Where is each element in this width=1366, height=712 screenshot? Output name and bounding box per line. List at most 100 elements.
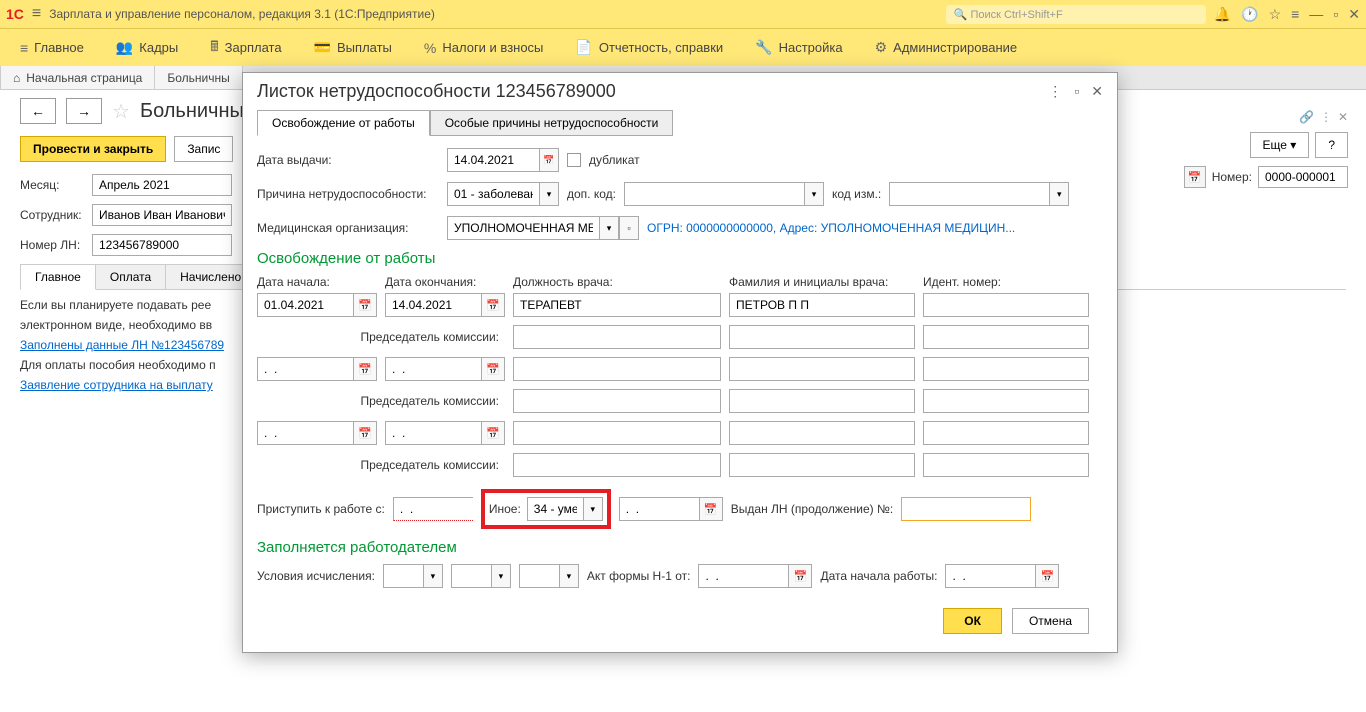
row2-chair-name[interactable]	[729, 389, 915, 413]
nomer-ln-input[interactable]	[92, 234, 232, 256]
modal-tab-special[interactable]: Особые причины нетрудоспособности	[430, 110, 674, 136]
menu-nastroyka[interactable]: 🔧Настройка	[755, 39, 842, 56]
close-icon[interactable]: ✕	[1348, 6, 1360, 23]
forward-button[interactable]: →	[66, 98, 102, 124]
menu-nalogi[interactable]: %Налоги и взносы	[424, 40, 544, 56]
minimize-icon[interactable]: —	[1309, 6, 1323, 23]
row1-position[interactable]	[513, 293, 721, 317]
row2-position[interactable]	[513, 357, 721, 381]
history-icon[interactable]: 🕐	[1241, 6, 1258, 23]
row2-ident[interactable]	[923, 357, 1089, 381]
akt-date[interactable]	[698, 564, 788, 588]
calendar-icon[interactable]: 📅	[353, 293, 377, 317]
favorite-icon[interactable]: ☆	[112, 99, 130, 124]
row2-chair-id[interactable]	[923, 389, 1089, 413]
calendar-icon[interactable]: 📅	[788, 564, 812, 588]
row3-chair-pos[interactable]	[513, 453, 721, 477]
ogrn-text[interactable]: ОГРН: 0000000000000, Адрес: УПОЛНОМОЧЕНН…	[647, 221, 1015, 235]
row1-chair-pos[interactable]	[513, 325, 721, 349]
calendar-icon[interactable]: 📅	[481, 293, 505, 317]
calendar-icon[interactable]: 📅	[699, 497, 723, 521]
mesyats-input[interactable]	[92, 174, 232, 196]
bell-icon[interactable]: 🔔	[1214, 6, 1231, 23]
link-icon[interactable]: 🔗	[1299, 110, 1314, 124]
row2-doctor[interactable]	[729, 357, 915, 381]
nomer-input[interactable]	[1258, 166, 1348, 188]
row3-chair-name[interactable]	[729, 453, 915, 477]
sotrudnik-input[interactable]	[92, 204, 232, 226]
modal-tab-release[interactable]: Освобождение от работы	[257, 110, 430, 136]
row1-date-start[interactable]	[257, 293, 353, 317]
dublikat-checkbox[interactable]	[567, 153, 581, 167]
row3-doctor[interactable]	[729, 421, 915, 445]
menu-admin[interactable]: ⚙Администрирование	[875, 39, 1018, 56]
calendar-icon[interactable]: 📅	[481, 357, 505, 381]
dropdown-icon[interactable]: ▾	[423, 564, 443, 588]
row2-date-start[interactable]	[257, 357, 353, 381]
vydan-input[interactable]	[901, 497, 1031, 521]
row2-chair-pos[interactable]	[513, 389, 721, 413]
modal-more-icon[interactable]: ⋮	[1048, 83, 1062, 100]
row1-date-end[interactable]	[385, 293, 481, 317]
kod-izm-dropdown-icon[interactable]: ▾	[1049, 182, 1069, 206]
row1-ident[interactable]	[923, 293, 1089, 317]
data-nachala-raboty-input[interactable]	[945, 564, 1035, 588]
ok-button[interactable]: ОК	[943, 608, 1002, 634]
cancel-button[interactable]: Отмена	[1012, 608, 1089, 634]
med-org-open-icon[interactable]: ▫	[619, 216, 639, 240]
zapis-button[interactable]: Запис	[174, 136, 233, 162]
star-icon[interactable]: ☆	[1269, 6, 1282, 23]
dropdown-icon[interactable]: ▾	[559, 564, 579, 588]
pristupit-date[interactable]	[393, 497, 473, 521]
calendar-icon[interactable]: 📅	[353, 357, 377, 381]
data-vydachi-input[interactable]	[447, 148, 539, 172]
kod-izm-input[interactable]	[889, 182, 1049, 206]
med-org-input[interactable]	[447, 216, 599, 240]
sub-tab-glavnoe[interactable]: Главное	[20, 264, 96, 290]
back-button[interactable]: ←	[20, 98, 56, 124]
prichina-input[interactable]	[447, 182, 539, 206]
calendar-icon[interactable]: 📅	[353, 421, 377, 445]
calendar-icon[interactable]: 📅	[481, 421, 505, 445]
menu-main[interactable]: ≡Главное	[20, 40, 84, 56]
calendar-icon[interactable]: 📅	[1035, 564, 1059, 588]
sub-tab-oplata[interactable]: Оплата	[95, 264, 166, 289]
row1-chair-name[interactable]	[729, 325, 915, 349]
menu-otchet[interactable]: 📄Отчетность, справки	[575, 39, 723, 56]
row1-chair-id[interactable]	[923, 325, 1089, 349]
menu-kadry[interactable]: 👥Кадры	[116, 39, 178, 56]
filter-icon[interactable]: ≡	[1291, 6, 1299, 23]
modal-maximize-icon[interactable]: ▫	[1074, 83, 1079, 100]
inoe-input[interactable]	[527, 497, 583, 521]
date-picker-icon[interactable]: 📅	[1184, 166, 1206, 188]
dop-kod-input[interactable]	[624, 182, 804, 206]
med-org-dropdown-icon[interactable]: ▾	[599, 216, 619, 240]
esche-button[interactable]: Еще ▾	[1250, 132, 1310, 158]
calendar-icon[interactable]: 📅	[539, 148, 559, 172]
tab-bolnichny[interactable]: Больничны	[155, 66, 242, 89]
menu-icon[interactable]: ≡	[32, 5, 41, 23]
tab-start[interactable]: ⌂Начальная страница	[0, 66, 155, 89]
modal-close-icon[interactable]: ✕	[1091, 83, 1103, 100]
dop-kod-dropdown-icon[interactable]: ▾	[804, 182, 824, 206]
menu-vyplaty[interactable]: 💳Выплаты	[314, 39, 392, 56]
close-page-icon[interactable]: ✕	[1338, 110, 1348, 124]
dropdown-icon[interactable]: ▾	[491, 564, 511, 588]
row3-position[interactable]	[513, 421, 721, 445]
row3-date-end[interactable]	[385, 421, 481, 445]
help-button[interactable]: ?	[1315, 132, 1348, 158]
row3-ident[interactable]	[923, 421, 1089, 445]
row2-date-end[interactable]	[385, 357, 481, 381]
row1-doctor[interactable]	[729, 293, 915, 317]
usloviya-3[interactable]	[519, 564, 559, 588]
search-input[interactable]: 🔍 Поиск Ctrl+Shift+F	[946, 5, 1206, 24]
inoe-dropdown-icon[interactable]: ▾	[583, 497, 603, 521]
row3-chair-id[interactable]	[923, 453, 1089, 477]
provesti-button[interactable]: Провести и закрыть	[20, 136, 166, 162]
maximize-icon[interactable]: ▫	[1333, 6, 1338, 23]
more-icon[interactable]: ⋮	[1320, 110, 1332, 124]
inoe-date[interactable]	[619, 497, 699, 521]
prichina-dropdown-icon[interactable]: ▾	[539, 182, 559, 206]
usloviya-2[interactable]	[451, 564, 491, 588]
row3-date-start[interactable]	[257, 421, 353, 445]
